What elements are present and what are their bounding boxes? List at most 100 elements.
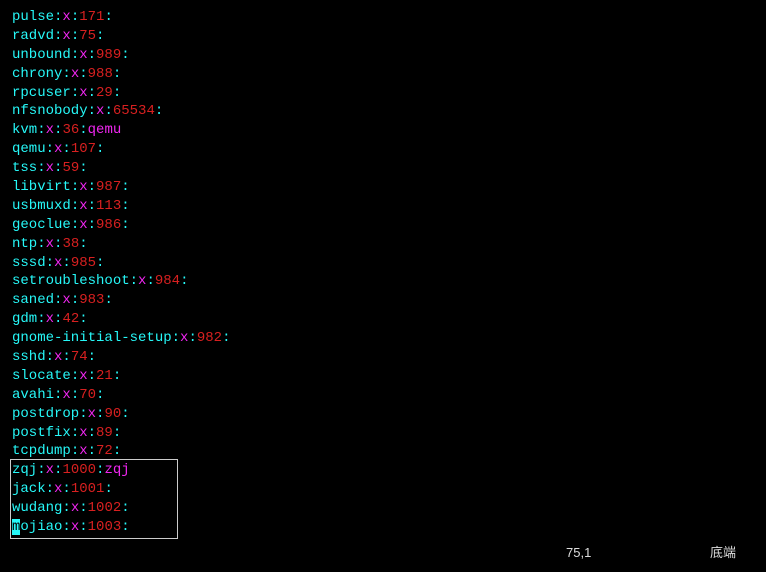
separator: : (37, 122, 45, 138)
file-line: nfsnobody:x:65534: (12, 102, 766, 121)
uid: 70 (79, 387, 96, 403)
uid: 36 (62, 122, 79, 138)
uid: 1001 (71, 481, 105, 497)
separator: : (79, 519, 87, 535)
separator: : (79, 311, 87, 327)
user-name: postdrop (12, 406, 79, 422)
separator: : (79, 500, 87, 516)
uid: 113 (96, 198, 121, 214)
x-field: x (62, 292, 70, 308)
x-field: x (62, 9, 70, 25)
separator: : (88, 47, 96, 63)
user-name: saned (12, 292, 54, 308)
file-line: wudang:x:1002: (12, 499, 766, 518)
separator: : (62, 141, 70, 157)
separator: : (71, 9, 79, 25)
separator: : (46, 481, 54, 497)
user-name: usbmuxd (12, 198, 71, 214)
separator: : (88, 198, 96, 214)
x-field: x (71, 66, 79, 82)
file-line: sssd:x:985: (12, 254, 766, 273)
separator: : (88, 85, 96, 101)
user-name: qemu (12, 141, 46, 157)
file-line: geoclue:x:986: (12, 216, 766, 235)
uid: 985 (71, 255, 96, 271)
user-name: sssd (12, 255, 46, 271)
separator: : (62, 481, 70, 497)
x-field: x (79, 443, 87, 459)
separator: : (37, 160, 45, 176)
x-field: x (71, 519, 79, 535)
file-line: mojiao:x:1003: (12, 518, 766, 537)
uid: 987 (96, 179, 121, 195)
file-line: unbound:x:989: (12, 46, 766, 65)
user-name: jack (12, 481, 46, 497)
file-line: libvirt:x:987: (12, 178, 766, 197)
extra-field: qemu (88, 122, 122, 138)
file-line: jack:x:1001: (12, 480, 766, 499)
x-field: x (71, 500, 79, 516)
x-field: x (79, 85, 87, 101)
user-name: libvirt (12, 179, 71, 195)
x-field: x (46, 462, 54, 478)
separator: : (88, 443, 96, 459)
uid: 21 (96, 368, 113, 384)
separator: : (172, 330, 180, 346)
uid: 42 (62, 311, 79, 327)
x-field: x (46, 311, 54, 327)
separator: : (113, 66, 121, 82)
separator: : (104, 103, 112, 119)
separator: : (71, 443, 79, 459)
separator: : (130, 273, 138, 289)
file-line: ntp:x:38: (12, 235, 766, 254)
file-line: tss:x:59: (12, 159, 766, 178)
user-name: unbound (12, 47, 71, 63)
uid: 107 (71, 141, 96, 157)
separator: : (121, 179, 129, 195)
separator: : (96, 28, 104, 44)
uid: 989 (96, 47, 121, 63)
terminal-content[interactable]: pulse:x:171:radvd:x:75:unbound:x:989:chr… (12, 8, 766, 537)
uid: 983 (79, 292, 104, 308)
separator: : (71, 179, 79, 195)
separator: : (46, 255, 54, 271)
status-bar: 75,1 底端 (566, 544, 766, 562)
separator: : (62, 500, 70, 516)
user-name: tss (12, 160, 37, 176)
x-field: x (46, 122, 54, 138)
uid: 984 (155, 273, 180, 289)
separator: : (121, 47, 129, 63)
file-line: gnome-initial-setup:x:982: (12, 329, 766, 348)
separator: : (88, 349, 96, 365)
separator: : (113, 368, 121, 384)
separator: : (121, 519, 129, 535)
separator: : (79, 66, 87, 82)
user-name: tcpdump (12, 443, 71, 459)
separator: : (96, 141, 104, 157)
uid: 29 (96, 85, 113, 101)
x-field: x (46, 236, 54, 252)
separator: : (121, 500, 129, 516)
uid: 59 (62, 160, 79, 176)
x-field: x (62, 28, 70, 44)
uid: 90 (104, 406, 121, 422)
user-name: nfsnobody (12, 103, 88, 119)
separator: : (71, 217, 79, 233)
separator: : (46, 349, 54, 365)
separator: : (79, 160, 87, 176)
user-name: kvm (12, 122, 37, 138)
user-name: sshd (12, 349, 46, 365)
separator: : (71, 47, 79, 63)
file-line: setroubleshoot:x:984: (12, 272, 766, 291)
separator: : (188, 330, 196, 346)
file-line: postfix:x:89: (12, 424, 766, 443)
user-name: zqj (12, 462, 37, 478)
separator: : (121, 198, 129, 214)
x-field: x (62, 387, 70, 403)
separator: : (88, 368, 96, 384)
file-line: usbmuxd:x:113: (12, 197, 766, 216)
buffer-position-label: 底端 (710, 544, 736, 562)
file-line: sshd:x:74: (12, 348, 766, 367)
separator: : (88, 179, 96, 195)
x-field: x (79, 198, 87, 214)
